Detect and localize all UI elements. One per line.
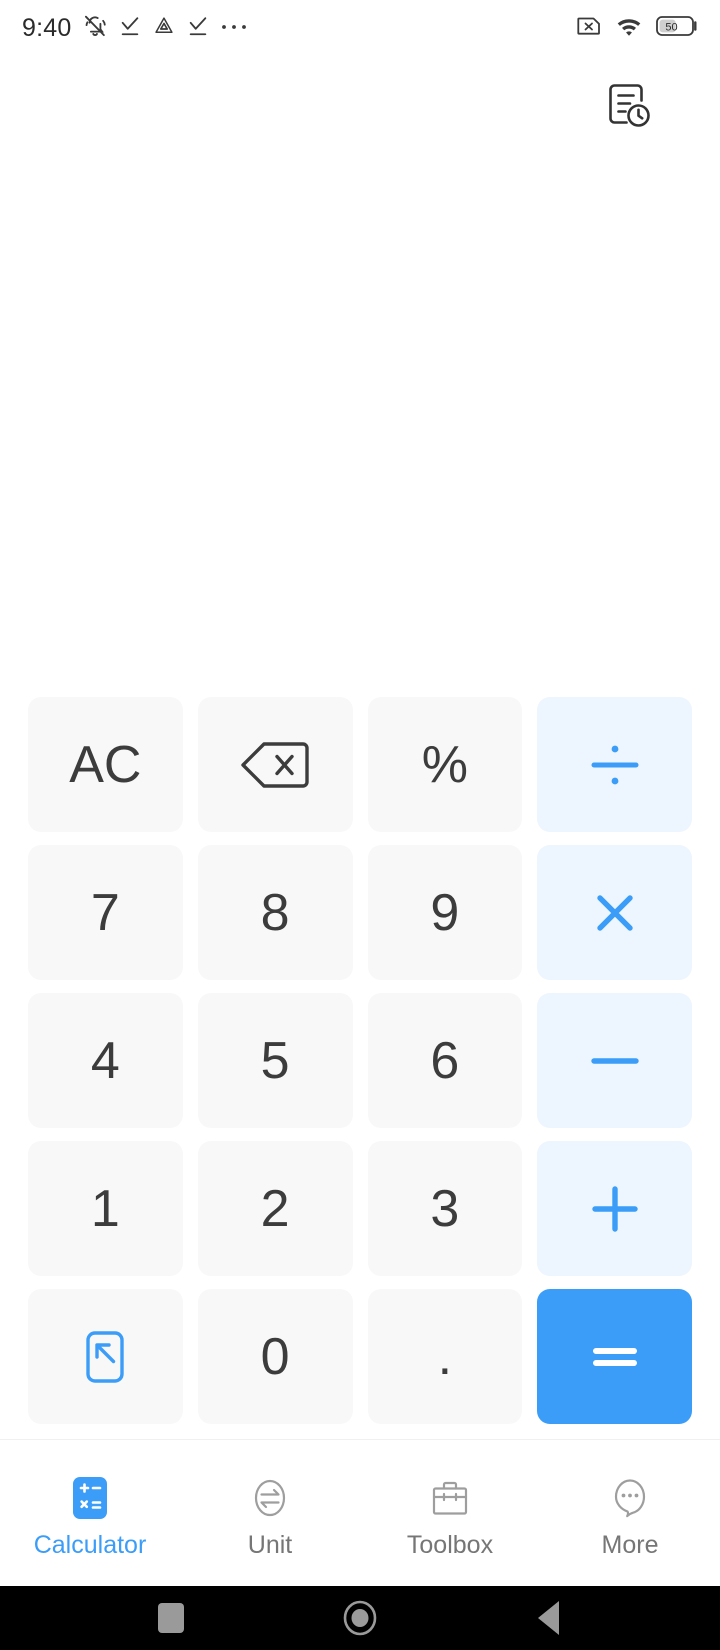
sim-no-card-icon [576,14,602,43]
tab-label: Toolbox [406,1530,494,1559]
svg-text:50: 50 [665,21,677,33]
key-9[interactable]: 9 [367,845,523,980]
expand-landscape-icon [80,1328,130,1386]
tab-toolbox[interactable]: Toolbox [360,1440,540,1586]
key-label: AC [69,735,142,794]
history-button[interactable] [596,76,658,138]
key-expand-mode[interactable] [28,1289,183,1424]
battery-icon: 50 [656,15,698,42]
bottom-tab-bar: Calculator Unit Toolbox More [0,1440,720,1586]
home-circle-icon[interactable] [328,1586,392,1650]
status-time: 9:40 [22,13,72,42]
key-label: 6 [430,1031,460,1090]
briefcase-icon [427,1475,473,1521]
more-bubble-icon [607,1475,653,1521]
key-3[interactable]: 3 [367,1141,523,1276]
key-equals[interactable] [537,1289,692,1424]
download-check-icon [119,15,141,42]
tab-unit[interactable]: Unit [180,1440,360,1586]
key-label: 5 [260,1031,290,1090]
keypad: AC% 7 8 9 4 5 6 1 2 3 0. [28,697,692,1424]
key-0[interactable]: 0 [197,1289,353,1424]
recents-square-icon[interactable] [139,1586,203,1650]
display-area[interactable] [0,150,720,690]
key-4[interactable]: 4 [28,993,183,1128]
key-divide[interactable] [537,697,692,832]
more-dots-icon [220,19,248,37]
calculator-icon [67,1475,113,1521]
key-label: % [421,735,468,794]
minus-icon [585,1051,645,1071]
key-7[interactable]: 7 [28,845,183,980]
key-decimal[interactable]: . [367,1289,523,1424]
key-label: . [437,1327,453,1386]
status-bar-right: 50 [576,14,698,43]
plus-icon [587,1181,643,1237]
equals-icon [585,1337,645,1377]
key-label: 7 [90,883,120,942]
download-check-icon [187,15,209,42]
key-label: 3 [430,1179,460,1238]
calculator-app: 9:40 50 AC % 7 8 9 4 5 6 1 2 3 0 . Calcu… [0,0,720,1650]
key-backspace[interactable] [197,697,353,832]
key-2[interactable]: 2 [197,1141,353,1276]
key-label: 9 [430,883,460,942]
key-add[interactable] [537,1141,692,1276]
tab-calculator[interactable]: Calculator [0,1440,180,1586]
wifi-icon [615,14,643,43]
back-triangle-icon[interactable] [517,1586,581,1650]
tab-label: More [601,1530,659,1559]
backspace-icon [240,739,310,791]
tab-label: Calculator [33,1530,147,1559]
tab-label: Unit [247,1530,293,1559]
key-1[interactable]: 1 [28,1141,183,1276]
system-navigation-bar [0,1586,720,1650]
key-6[interactable]: 6 [367,993,523,1128]
key-label: 0 [260,1327,290,1386]
app-triangle-icon [152,14,176,43]
divide-icon [584,739,646,791]
unit-convert-icon [247,1475,293,1521]
key-subtract[interactable] [537,993,692,1128]
key-5[interactable]: 5 [197,993,353,1128]
key-label: 1 [90,1179,120,1238]
status-bar: 9:40 50 [0,0,720,56]
key-multiply[interactable] [537,845,692,980]
key-percent[interactable]: % [367,697,523,832]
key-label: 4 [90,1031,120,1090]
key-label: 2 [260,1179,290,1238]
history-document-clock-icon [600,78,654,137]
status-bar-left: 9:40 [22,13,248,44]
key-label: 8 [260,883,290,942]
multiply-icon [587,885,643,941]
key-all-clear[interactable]: AC [28,697,183,832]
tab-more[interactable]: More [540,1440,720,1586]
bell-mute-icon [82,13,108,44]
key-8[interactable]: 8 [197,845,353,980]
